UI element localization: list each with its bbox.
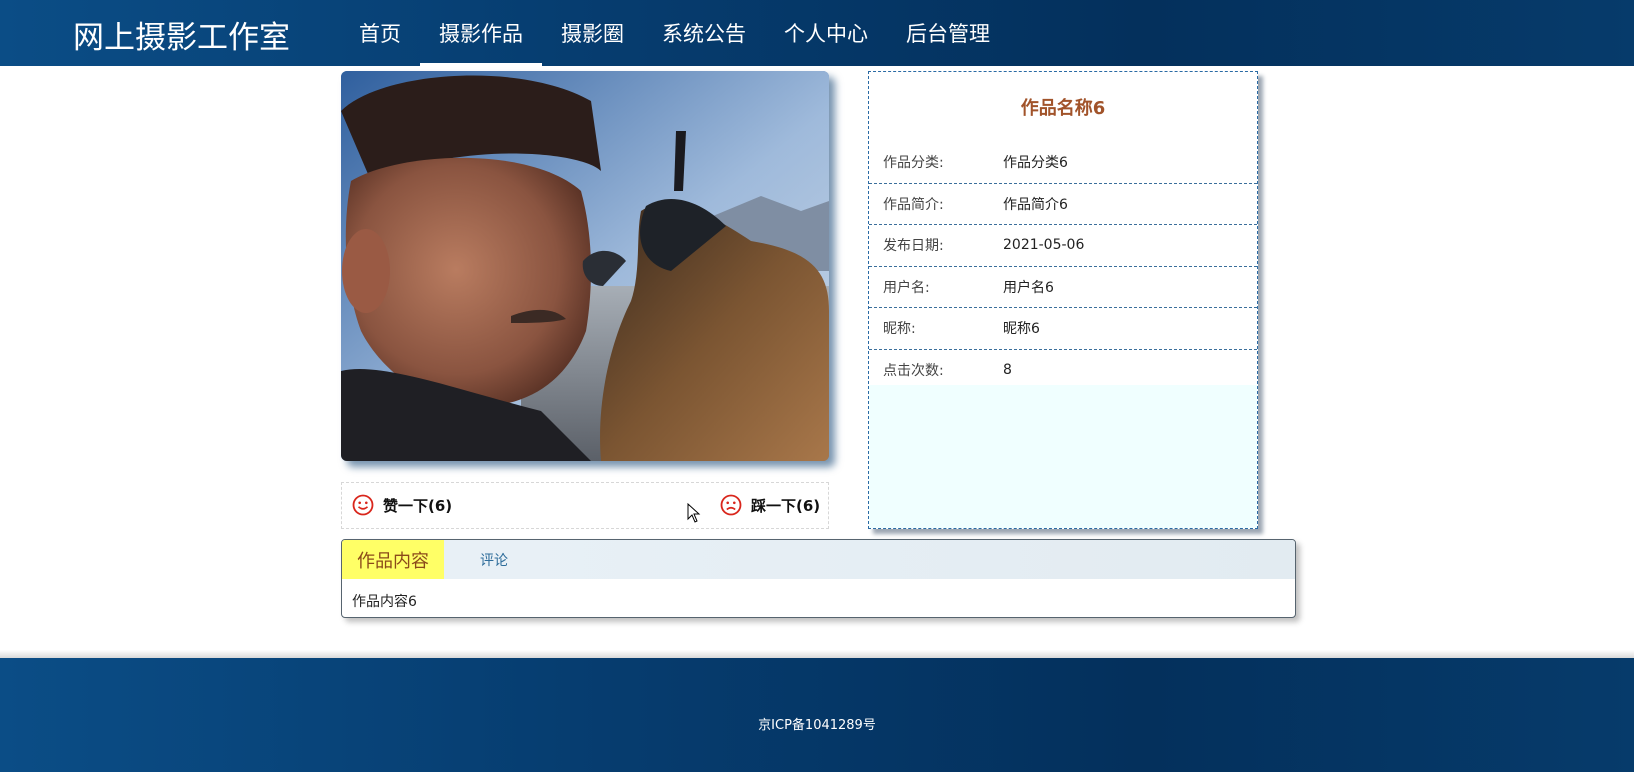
info-label: 用户名: <box>883 279 930 296</box>
info-label: 昵称: <box>883 321 916 338</box>
work-title: 作品名称6 <box>1020 98 1106 119</box>
info-label: 作品分类: <box>883 155 944 172</box>
tab-comments[interactable]: 评论 <box>466 540 522 579</box>
nav-item-personal-center[interactable]: 个人中心 <box>765 0 887 66</box>
info-value: 昵称6 <box>1003 321 1040 338</box>
main-nav: 首页 摄影作品 摄影圈 系统公告 个人中心 后台管理 <box>340 0 1009 66</box>
like-label: 赞一下(6) <box>383 496 453 515</box>
tab-work-content[interactable]: 作品内容 <box>342 540 444 579</box>
info-label: 发布日期: <box>883 238 944 255</box>
info-row-category: 作品分类: 作品分类6 <box>869 142 1257 184</box>
nav-item-home[interactable]: 首页 <box>340 0 420 66</box>
tab-content-text: 作品内容6 <box>352 594 417 610</box>
smile-icon <box>352 494 374 516</box>
frown-icon <box>720 494 742 516</box>
nav-item-works[interactable]: 摄影作品 <box>420 0 542 66</box>
info-panel-empty-area <box>869 385 1257 528</box>
info-value: 作品简介6 <box>1003 196 1068 213</box>
info-row-publish-date: 发布日期: 2021-05-06 <box>869 225 1257 267</box>
work-info-panel: 作品名称6 作品分类: 作品分类6 作品简介: 作品简介6 发布日期: 2021… <box>868 71 1258 529</box>
top-nav-bar: 网上摄影工作室 首页 摄影作品 摄影圈 系统公告 个人中心 后台管理 <box>0 0 1634 66</box>
info-value: 用户名6 <box>1003 279 1054 296</box>
work-photo-image <box>341 71 829 461</box>
info-value: 作品分类6 <box>1003 155 1068 172</box>
content-tabs: 作品内容 评论 作品内容6 <box>341 539 1296 618</box>
nav-item-circle[interactable]: 摄影圈 <box>542 0 643 66</box>
icp-record-text: 京ICP备1041289号 <box>758 718 876 733</box>
footer-divider <box>0 650 1634 658</box>
tab-bar: 作品内容 评论 <box>342 540 1295 579</box>
like-button[interactable]: 赞一下(6) <box>352 494 452 516</box>
nav-item-admin[interactable]: 后台管理 <box>887 0 1009 66</box>
info-row-username: 用户名: 用户名6 <box>869 267 1257 308</box>
info-label: 点击次数: <box>883 362 944 379</box>
info-row-summary: 作品简介: 作品简介6 <box>869 184 1257 225</box>
dislike-label: 踩一下(6) <box>751 496 821 515</box>
info-value: 8 <box>1003 361 1012 378</box>
mouse-cursor-icon <box>687 503 701 523</box>
footer: 京ICP备1041289号 <box>0 658 1634 772</box>
nav-item-announcements[interactable]: 系统公告 <box>643 0 765 66</box>
info-value: 2021-05-06 <box>1003 237 1085 254</box>
work-photo <box>341 71 829 461</box>
info-row-nickname: 昵称: 昵称6 <box>869 308 1257 350</box>
dislike-button[interactable]: 踩一下(6) <box>720 494 820 516</box>
site-title[interactable]: 网上摄影工作室 <box>73 12 290 57</box>
vote-bar: 赞一下(6) 踩一下(6) <box>341 482 829 529</box>
info-label: 作品简介: <box>883 196 944 213</box>
